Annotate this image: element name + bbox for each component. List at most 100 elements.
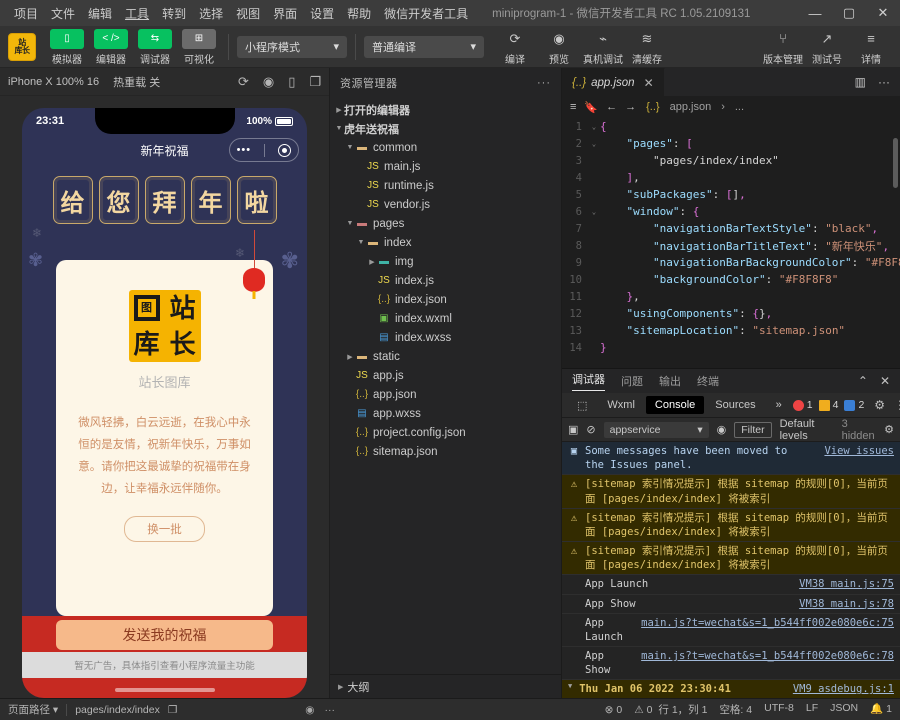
source-link[interactable]: View issues	[816, 444, 894, 458]
action-button-真机调试[interactable]: ⌁真机调试	[582, 28, 624, 66]
view-button-调试器[interactable]: ⇆调试器	[134, 28, 176, 66]
tab-close-icon[interactable]: ✕	[644, 76, 654, 90]
console-levels-select[interactable]: Default levels	[780, 418, 834, 442]
panel-close-icon[interactable]: ✕	[880, 374, 890, 388]
hot-reload-select[interactable]: 热重载 关	[113, 74, 160, 90]
group-warning-link[interactable]: VM9 asdebug.js:1	[785, 682, 894, 696]
devtools-overflow-icon[interactable]: »	[767, 396, 791, 414]
menu-item-0[interactable]: 项目	[8, 2, 44, 25]
tree-item-app.js[interactable]: JSapp.js	[330, 366, 561, 385]
panel-tab-终端[interactable]: 终端	[697, 373, 719, 389]
back-icon[interactable]: ←	[606, 101, 617, 114]
copy-icon[interactable]: ❐	[168, 704, 177, 716]
indentation[interactable]: 空格: 4	[719, 702, 752, 717]
tree-item-app.json[interactable]: {..}app.json	[330, 385, 561, 404]
warning-badge[interactable]: 4	[819, 399, 839, 411]
console-message-4[interactable]: App LaunchVM38 main.js:75	[562, 575, 900, 594]
panel-tab-输出[interactable]: 输出	[659, 373, 681, 389]
rotate-icon[interactable]: ▯	[288, 74, 295, 90]
split-editor-icon[interactable]: ▥	[855, 75, 866, 89]
device-select[interactable]: iPhone X 100% 16	[8, 76, 99, 88]
console-message-7[interactable]: App Showmain.js?t=wechat&s=1_b544ff002e0…	[562, 647, 900, 680]
console-output[interactable]: ▣Some messages have been moved to the Is…	[562, 442, 900, 698]
bookmark-icon[interactable]: 🔖	[584, 101, 598, 114]
console-message-5[interactable]: App ShowVM38 main.js:78	[562, 595, 900, 614]
right-button-详情[interactable]: ≡详情	[850, 28, 892, 66]
fold-toggle-icon[interactable]: ⌄	[588, 140, 600, 148]
console-message-0[interactable]: ▣Some messages have been moved to the Is…	[562, 442, 900, 475]
tree-item-common[interactable]: ▼▬common	[330, 138, 561, 157]
editor-scrollbar[interactable]	[893, 138, 898, 188]
console-settings-icon[interactable]: ⚙	[884, 423, 894, 436]
source-link[interactable]: main.js?t=wechat&s=1_b544ff002e080e6c:75	[633, 616, 894, 630]
preview-eye-icon[interactable]: ◉	[305, 704, 314, 716]
compile-mode-select[interactable]: 小程序模式 ▾	[237, 36, 347, 58]
fold-toggle-icon[interactable]: ⌄	[588, 208, 600, 216]
collapse-icon[interactable]: ⌃	[858, 374, 868, 388]
devtools-tab-sources[interactable]: Sources	[706, 396, 764, 414]
devtools-tab-console[interactable]: Console	[646, 396, 704, 414]
console-sidebar-icon[interactable]: ▣	[568, 423, 578, 436]
window-icon[interactable]: ❐	[309, 74, 321, 90]
explorer-more-icon[interactable]: ···	[537, 77, 551, 89]
console-message-6[interactable]: App Launchmain.js?t=wechat&s=1_b544ff002…	[562, 614, 900, 647]
status-more-icon[interactable]: ···	[324, 704, 335, 716]
menu-item-6[interactable]: 视图	[230, 2, 266, 25]
wechat-capsule[interactable]: •••	[229, 138, 299, 162]
menu-item-8[interactable]: 设置	[304, 2, 340, 25]
outline-toggle-icon[interactable]: ≡	[570, 101, 576, 114]
console-message-3[interactable]: ⚠[sitemap 索引情况提示] 根据 sitemap 的规则[0]，当前页面…	[562, 542, 900, 575]
cursor-position[interactable]: 行 1，列 1	[658, 702, 707, 717]
tree-item-img[interactable]: ▶▬img	[330, 252, 561, 271]
console-context-select[interactable]: appservice ▾	[604, 422, 709, 438]
group-twisty-icon[interactable]: ▼	[568, 682, 572, 691]
kebab-menu-icon[interactable]: ⋮	[894, 398, 900, 412]
editor-more-icon[interactable]: ···	[878, 75, 890, 89]
menu-item-7[interactable]: 界面	[267, 2, 303, 25]
tree-item-index[interactable]: ▼▬index	[330, 233, 561, 252]
open-editors-section[interactable]: ▶ 打开的编辑器	[330, 100, 561, 119]
minimize-icon[interactable]: —	[798, 0, 832, 26]
language-mode[interactable]: JSON	[830, 702, 858, 717]
tree-item-index.wxss[interactable]: ▤index.wxss	[330, 328, 561, 347]
source-link[interactable]: VM38 main.js:78	[791, 597, 894, 611]
line-ending[interactable]: LF	[806, 702, 818, 717]
close-circle-icon[interactable]	[278, 144, 291, 157]
right-button-版本管理[interactable]: ⑂版本管理	[762, 28, 804, 66]
breadcrumb-tail[interactable]: ...	[735, 101, 744, 113]
panel-tab-调试器[interactable]: 调试器	[572, 371, 605, 391]
devtools-tab-wxml[interactable]: Wxml	[598, 396, 644, 414]
tree-item-app.wxss[interactable]: ▤app.wxss	[330, 404, 561, 423]
gear-icon[interactable]: ⚙	[874, 398, 885, 412]
more-dots-icon[interactable]: •••	[237, 144, 252, 156]
encoding[interactable]: UTF-8	[764, 702, 794, 717]
tree-item-index.wxml[interactable]: ▣index.wxml	[330, 309, 561, 328]
menu-item-5[interactable]: 选择	[193, 2, 229, 25]
error-badge[interactable]: 1	[793, 399, 813, 411]
shuffle-blessing-button[interactable]: 换一批	[124, 516, 205, 542]
fold-toggle-icon[interactable]: ⌄	[588, 123, 600, 131]
menu-item-2[interactable]: 编辑	[82, 2, 118, 25]
page-path-select[interactable]: 页面路径 ▾	[8, 702, 58, 717]
close-icon[interactable]: ✕	[866, 0, 900, 26]
tree-item-pages[interactable]: ▼▬pages	[330, 214, 561, 233]
send-blessing-button[interactable]: 发送我的祝福	[56, 620, 273, 650]
live-expression-icon[interactable]: ◉	[717, 423, 727, 436]
right-button-测试号[interactable]: ↗测试号	[806, 28, 848, 66]
refresh-icon[interactable]: ⟳	[238, 74, 249, 90]
source-link[interactable]: main.js?t=wechat&s=1_b544ff002e080e6c:78	[633, 649, 894, 663]
view-button-编辑器[interactable]: < />编辑器	[90, 28, 132, 66]
forward-icon[interactable]: →	[625, 101, 636, 114]
menu-item-4[interactable]: 转到	[156, 2, 192, 25]
panel-tab-问题[interactable]: 问题	[621, 373, 643, 389]
tree-item-vendor.js[interactable]: JSvendor.js	[330, 195, 561, 214]
tab-app-json[interactable]: {..} app.json ✕	[562, 68, 665, 96]
menu-item-3[interactable]: 工具	[119, 2, 155, 25]
menu-item-1[interactable]: 文件	[45, 2, 81, 25]
console-group-warning[interactable]: ▼Thu Jan 06 2022 23:30:41 GMT+0800 (中国标准…	[562, 680, 900, 698]
console-message-1[interactable]: ⚠[sitemap 索引情况提示] 根据 sitemap 的规则[0]，当前页面…	[562, 475, 900, 508]
view-button-可视化[interactable]: ⊞可视化	[178, 28, 220, 66]
inspect-element-icon[interactable]: ⬚	[568, 396, 596, 415]
status-problems[interactable]: ⊗ 0 ⚠ 0	[605, 704, 659, 716]
tree-item-project.config.json[interactable]: {..}project.config.json	[330, 423, 561, 442]
